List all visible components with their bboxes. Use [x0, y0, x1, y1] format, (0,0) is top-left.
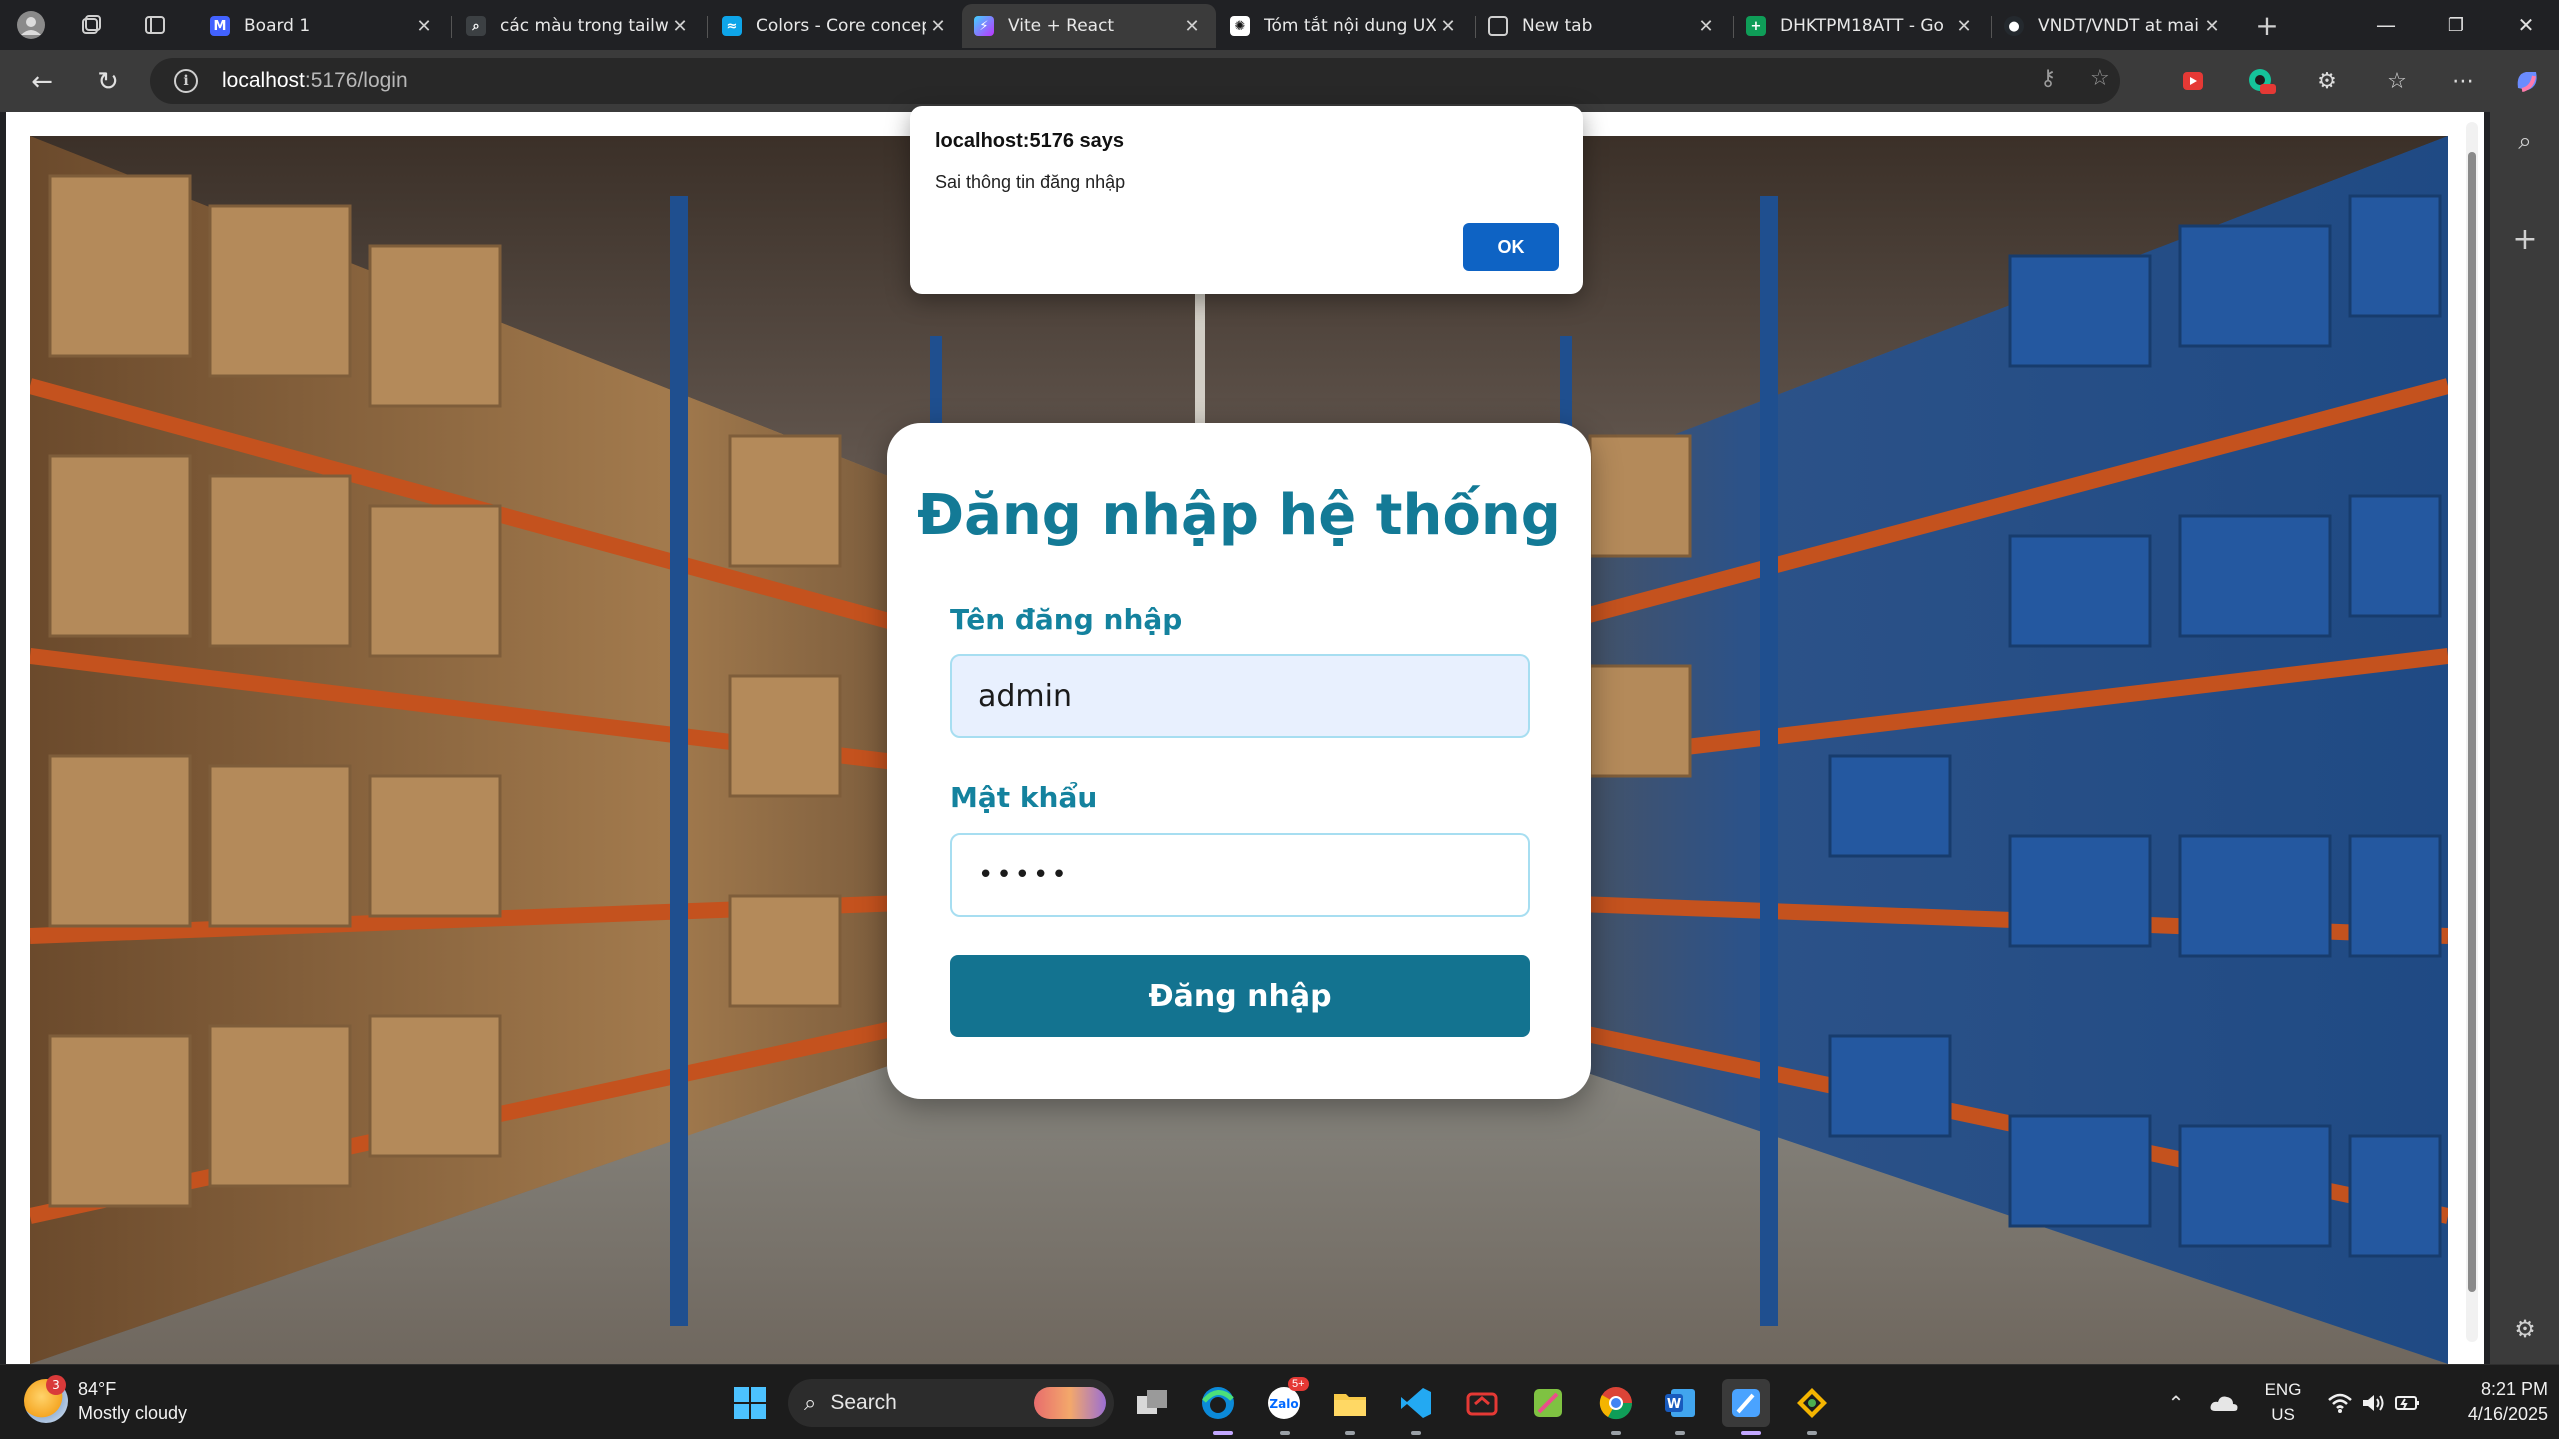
reload-icon[interactable]: ↻ — [88, 62, 128, 102]
weather-description: Mostly cloudy — [78, 1403, 188, 1423]
tab-board-1[interactable]: M Board 1 ✕ — [198, 4, 448, 48]
extensions-puzzle-icon[interactable]: ⚙ — [2310, 64, 2344, 98]
close-window-icon[interactable]: ✕ — [2496, 6, 2556, 44]
close-tab-icon[interactable]: ✕ — [1694, 16, 1718, 37]
taskbar-search-label: Search — [830, 1391, 897, 1414]
tab-github-vndt[interactable]: ● VNDT/VNDT at main ✕ — [1992, 4, 2236, 48]
copilot-icon[interactable] — [2510, 64, 2544, 98]
taskbar-search[interactable]: ⌕ Search — [788, 1379, 1114, 1427]
scrollbar-thumb[interactable] — [2468, 152, 2476, 1292]
tab-actions-icon[interactable] — [138, 8, 172, 42]
edge-sidebar: ⌕ + ⚙ — [2490, 112, 2559, 1364]
alert-title: localhost:5176 says — [935, 130, 1124, 152]
zalo-icon[interactable]: Zalo 5+ — [1260, 1377, 1309, 1427]
chrome-icon[interactable] — [1592, 1379, 1640, 1427]
password-value: ••••• — [978, 860, 1070, 890]
address-url[interactable]: localhost:5176/login — [222, 69, 408, 93]
git-app-icon[interactable] — [1788, 1379, 1836, 1427]
zalo-badge: 5+ — [1288, 1377, 1309, 1391]
site-info-icon[interactable]: i — [174, 69, 198, 93]
onedrive-icon[interactable] — [2200, 1379, 2248, 1427]
windows-taskbar: 3 84°F Mostly cloudy ⌕ Search Zalo 5+ W … — [0, 1364, 2559, 1439]
tray-chevron-up-icon[interactable]: ⌃ — [2152, 1379, 2200, 1427]
search-icon: ⌕ — [804, 1390, 817, 1415]
close-tab-icon[interactable]: ✕ — [1952, 16, 1976, 37]
login-button[interactable]: Đăng nhập — [950, 955, 1530, 1037]
workspaces-icon[interactable] — [74, 8, 108, 42]
close-tab-icon[interactable]: ✕ — [668, 16, 692, 37]
browser-toolbar: ← ↻ i localhost:5176/login ⚷ ☆ ⚙ ☆ ⋯ — [0, 50, 2559, 112]
github-icon: ● — [2004, 16, 2024, 36]
sidebar-settings-icon[interactable]: ⚙ — [2508, 1312, 2542, 1346]
favorites-icon[interactable]: ☆ — [2380, 64, 2414, 98]
red-app-icon[interactable] — [1458, 1379, 1506, 1427]
task-view-icon[interactable] — [1128, 1379, 1176, 1427]
close-tab-icon[interactable]: ✕ — [926, 16, 950, 37]
minimize-icon[interactable]: — — [2356, 6, 2416, 44]
browser-tab-strip: M Board 1 ✕ ⌕ các màu trong tailwi ✕ ≈ C… — [0, 0, 2559, 50]
chatgpt-icon: ✺ — [1230, 16, 1250, 36]
vscode-icon[interactable] — [1392, 1379, 1440, 1427]
alert-dialog: localhost:5176 says Sai thông tin đăng n… — [910, 106, 1583, 294]
password-input[interactable]: ••••• — [950, 833, 1530, 917]
partly-cloudy-icon: 3 — [24, 1375, 68, 1423]
newtab-icon — [1488, 16, 1508, 36]
vite-icon: ⚡ — [974, 16, 994, 36]
restore-icon[interactable]: ❐ — [2426, 6, 2486, 44]
tab-ux-summary[interactable]: ✺ Tóm tắt nội dung UX ✕ — [1218, 4, 1472, 48]
language-indicator[interactable]: ENG US — [2260, 1377, 2306, 1427]
close-tab-icon[interactable]: ✕ — [2200, 16, 2224, 37]
username-input[interactable]: admin — [950, 654, 1530, 738]
profile-icon[interactable] — [14, 8, 48, 42]
favorite-star-icon[interactable]: ☆ — [2090, 66, 2110, 91]
file-explorer-icon[interactable] — [1326, 1379, 1374, 1427]
alert-message: Sai thông tin đăng nhập — [935, 172, 1126, 192]
tab-tailwind-colors-search[interactable]: ⌕ các màu trong tailwi ✕ — [454, 4, 704, 48]
tab-new-tab[interactable]: New tab ✕ — [1476, 4, 1730, 48]
address-bar[interactable]: i localhost:5176/login ⚷ ☆ — [150, 58, 2120, 104]
start-button[interactable] — [726, 1379, 774, 1427]
tab-vite-react[interactable]: ⚡ Vite + React ✕ — [962, 4, 1216, 48]
snipping-tool-icon[interactable] — [1524, 1379, 1572, 1427]
tab-google-sheets[interactable]: + DHKTPM18ATT - Go ✕ — [1734, 4, 1988, 48]
search-icon: ⌕ — [466, 16, 486, 36]
page-scrollbar[interactable] — [2466, 122, 2478, 1342]
key-icon[interactable]: ⚷ — [2040, 66, 2056, 91]
weather-badge: 3 — [46, 1375, 66, 1395]
weather-temperature: 84°F — [78, 1379, 117, 1399]
more-options-icon[interactable]: ⋯ — [2446, 64, 2480, 98]
alert-ok-button[interactable]: OK — [1463, 223, 1559, 271]
extension-grammar-icon[interactable] — [2244, 64, 2278, 98]
page-title: Đăng nhập hệ thống — [917, 483, 1561, 548]
word-icon[interactable]: W — [1656, 1379, 1704, 1427]
tab-colors-core-concepts[interactable]: ≈ Colors - Core concep ✕ — [710, 4, 962, 48]
tailwind-icon: ≈ — [722, 16, 742, 36]
sidebar-search-icon[interactable]: ⌕ — [2508, 124, 2542, 158]
search-highlight-icon — [1034, 1387, 1106, 1419]
weather-widget[interactable]: 3 84°F Mostly cloudy — [24, 1375, 188, 1425]
new-tab-button[interactable]: + — [2250, 8, 2284, 42]
edge-browser-icon[interactable] — [1194, 1379, 1242, 1427]
svg-text:W: W — [1667, 1397, 1681, 1412]
sheets-icon: + — [1746, 16, 1766, 36]
svg-text:Zalo: Zalo — [1269, 1397, 1298, 1411]
system-clock[interactable]: 8:21 PM 4/16/2025 — [2438, 1377, 2548, 1427]
username-value: admin — [978, 678, 1072, 714]
login-card: Đăng nhập hệ thống Tên đăng nhập admin M… — [887, 423, 1591, 1099]
close-tab-icon[interactable]: ✕ — [412, 16, 436, 37]
username-label: Tên đăng nhập — [950, 603, 1183, 636]
paint-app-icon[interactable] — [1722, 1379, 1770, 1427]
extension-red-icon[interactable] — [2176, 64, 2210, 98]
password-label: Mật khẩu — [950, 781, 1098, 814]
close-tab-icon[interactable]: ✕ — [1436, 16, 1460, 37]
miro-icon: M — [210, 16, 230, 36]
sidebar-add-icon[interactable]: + — [2508, 222, 2542, 257]
close-tab-icon[interactable]: ✕ — [1180, 16, 1204, 37]
battery-icon[interactable] — [2384, 1379, 2432, 1427]
back-icon[interactable]: ← — [22, 62, 62, 102]
